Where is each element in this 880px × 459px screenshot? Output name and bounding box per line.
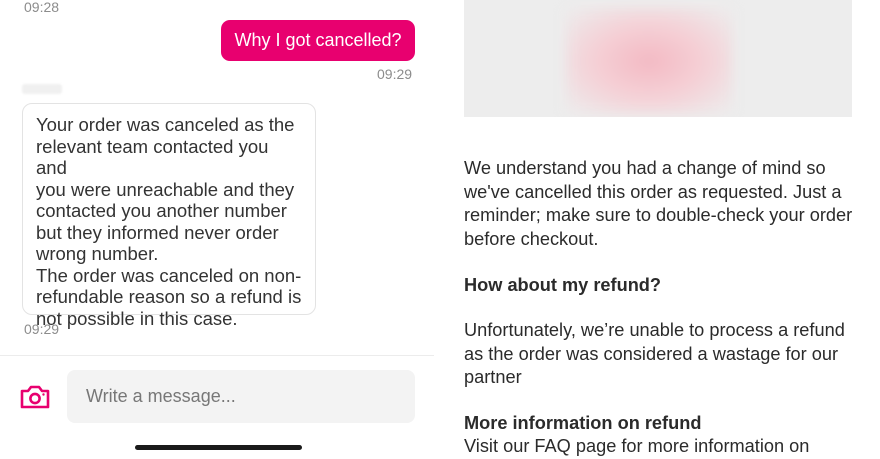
sender-label-blurred (22, 84, 62, 94)
article-image-blur (566, 8, 732, 114)
more-info-heading: More information on refund (464, 413, 702, 433)
outgoing-message-time: 09:29 (377, 66, 413, 82)
refund-text: Unfortunately, we’re unable to process a… (464, 320, 845, 387)
message-timestamp: 09:28 (24, 0, 60, 15)
camera-icon[interactable] (19, 384, 51, 410)
incoming-message-bubble: Your order was canceled as the relevant … (22, 103, 316, 329)
outgoing-message-bubble: Why I got cancelled? (221, 20, 415, 61)
article-image (464, 0, 852, 117)
chat-panel: 09:28 Why I got cancelled? 09:29 Your or… (0, 0, 434, 457)
more-info-text: Visit our FAQ page for more information … (464, 436, 810, 456)
incoming-message-time: 09:29 (24, 321, 60, 337)
article-panel: We understand you had a change of mind s… (434, 0, 880, 457)
article-intro-text: We understand you had a change of mind s… (464, 158, 853, 249)
home-indicator (135, 445, 302, 450)
message-input[interactable] (67, 370, 415, 423)
refund-heading: How about my refund? (464, 275, 662, 295)
composer-divider (0, 355, 434, 356)
